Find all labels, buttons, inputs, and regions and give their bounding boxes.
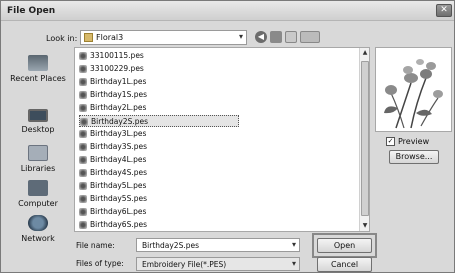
place-desktop[interactable]: Desktop (5, 109, 71, 134)
file-item[interactable]: Birthday3S.pes (79, 141, 147, 153)
close-button[interactable]: ✕ (436, 4, 452, 17)
up-folder-button[interactable] (270, 31, 282, 43)
network-icon (28, 215, 48, 231)
places-bar: Recent Places Desktop Libraries Computer Net… (5, 47, 71, 247)
place-libraries[interactable]: Libraries (5, 145, 71, 173)
embroidery-file-icon (79, 208, 87, 216)
place-label: Libraries (20, 164, 56, 173)
file-name: Birthday2L.pes (90, 103, 147, 112)
file-name: Birthday2S.pes (91, 117, 149, 126)
file-name: 33100229.pes (90, 64, 144, 73)
chevron-down-icon: ▾ (291, 240, 296, 249)
file-item[interactable]: Birthday2S.pes (79, 115, 239, 127)
embroidery-file-icon (79, 182, 87, 190)
chevron-down-icon: ▾ (291, 259, 296, 268)
place-recent-places[interactable]: Recent Places (5, 55, 71, 83)
file-item[interactable]: Birthday4S.pes (79, 167, 147, 179)
embroidery-file-icon (79, 169, 87, 177)
scroll-down-icon[interactable]: ▼ (361, 222, 369, 230)
preview-pane (375, 47, 452, 132)
recent-places-icon (28, 55, 48, 71)
file-name: Birthday4L.pes (90, 155, 147, 164)
file-item[interactable]: Birthday5L.pes (79, 180, 146, 192)
desktop-icon (28, 109, 48, 122)
new-folder-button[interactable] (285, 31, 297, 43)
title-bar: File Open ✕ (1, 1, 454, 21)
embroidery-file-icon (79, 91, 87, 99)
browse-button[interactable]: Browse... (389, 150, 439, 164)
open-button[interactable]: Open (317, 238, 372, 253)
file-type-label: Files of type: (76, 259, 124, 268)
place-network[interactable]: Network (5, 215, 71, 243)
file-item[interactable]: Birthday1L.pes (79, 76, 146, 88)
file-name: Birthday4S.pes (90, 168, 148, 177)
place-label: Network (21, 234, 55, 243)
libraries-icon (28, 145, 48, 161)
file-item[interactable]: Birthday5S.pes (79, 193, 147, 205)
embroidery-file-icon (79, 78, 87, 86)
file-item[interactable]: Birthday6L.pes (79, 206, 146, 218)
embroidery-preview-image (384, 59, 443, 129)
file-list: ▲ ▼ 33100115.pes 33100229.pes Birthday1L.p… (74, 47, 370, 232)
look-in-dropdown[interactable]: Floral3 ▾ (80, 30, 247, 45)
file-name: Birthday3S.pes (90, 142, 148, 151)
file-item[interactable]: Birthday6S.pes (79, 219, 147, 231)
embroidery-file-icon (79, 130, 87, 138)
file-name-label: File name: (76, 241, 115, 250)
place-label: Desktop (21, 125, 55, 134)
file-open-dialog: File Open ✕ Look in: Floral3 ▾ ◀ Recent … (0, 0, 455, 273)
embroidery-file-icon (79, 221, 87, 229)
chevron-down-icon: ▾ (238, 32, 243, 41)
file-name: 33100115.pes (90, 51, 144, 60)
file-name: Birthday1S.pes (90, 90, 148, 99)
file-type-dropdown[interactable]: Embroidery File(*.PES) ▾ (136, 257, 300, 271)
file-name: Birthday6L.pes (90, 207, 147, 216)
file-name: Birthday6S.pes (90, 220, 148, 229)
scroll-up-icon[interactable]: ▲ (361, 49, 369, 57)
file-item[interactable]: 33100115.pes (79, 50, 144, 62)
back-button[interactable]: ◀ (255, 31, 267, 43)
folder-icon (84, 33, 93, 42)
file-item[interactable]: Birthday4L.pes (79, 154, 146, 166)
embroidery-file-icon (80, 118, 88, 126)
place-label: Recent Places (10, 74, 66, 83)
file-name: Birthday3L.pes (90, 129, 147, 138)
file-type-value: Embroidery File(*.PES) (142, 260, 227, 269)
embroidery-file-icon (79, 195, 87, 203)
place-label: Computer (18, 199, 58, 208)
cancel-button[interactable]: Cancel (317, 257, 372, 272)
preview-checkbox[interactable]: ✓ (386, 137, 395, 146)
scroll-thumb[interactable] (361, 61, 369, 216)
file-item[interactable]: Birthday1S.pes (79, 89, 147, 101)
computer-icon (28, 180, 48, 196)
embroidery-file-icon (79, 156, 87, 164)
file-item[interactable]: Birthday2L.pes (79, 102, 146, 114)
embroidery-file-icon (79, 143, 87, 151)
place-computer[interactable]: Computer (5, 180, 71, 208)
file-item[interactable]: Birthday3L.pes (79, 128, 146, 140)
file-name: Birthday5L.pes (90, 181, 147, 190)
embroidery-file-icon (79, 65, 87, 73)
embroidery-file-icon (79, 52, 87, 60)
dialog-title: File Open (7, 6, 56, 16)
view-menu-button[interactable] (300, 31, 320, 43)
preview-label: Preview (398, 137, 430, 146)
file-list-scrollbar[interactable]: ▲ ▼ (359, 48, 369, 231)
file-name: Birthday5S.pes (90, 194, 148, 203)
file-name-value: Birthday2S.pes (142, 241, 200, 250)
file-name: Birthday1L.pes (90, 77, 147, 86)
look-in-value: Floral3 (96, 33, 124, 42)
file-name-input[interactable]: Birthday2S.pes ▾ (136, 238, 300, 252)
embroidery-file-icon (79, 104, 87, 112)
look-in-label: Look in: (46, 34, 78, 43)
file-item[interactable]: 33100229.pes (79, 63, 144, 75)
